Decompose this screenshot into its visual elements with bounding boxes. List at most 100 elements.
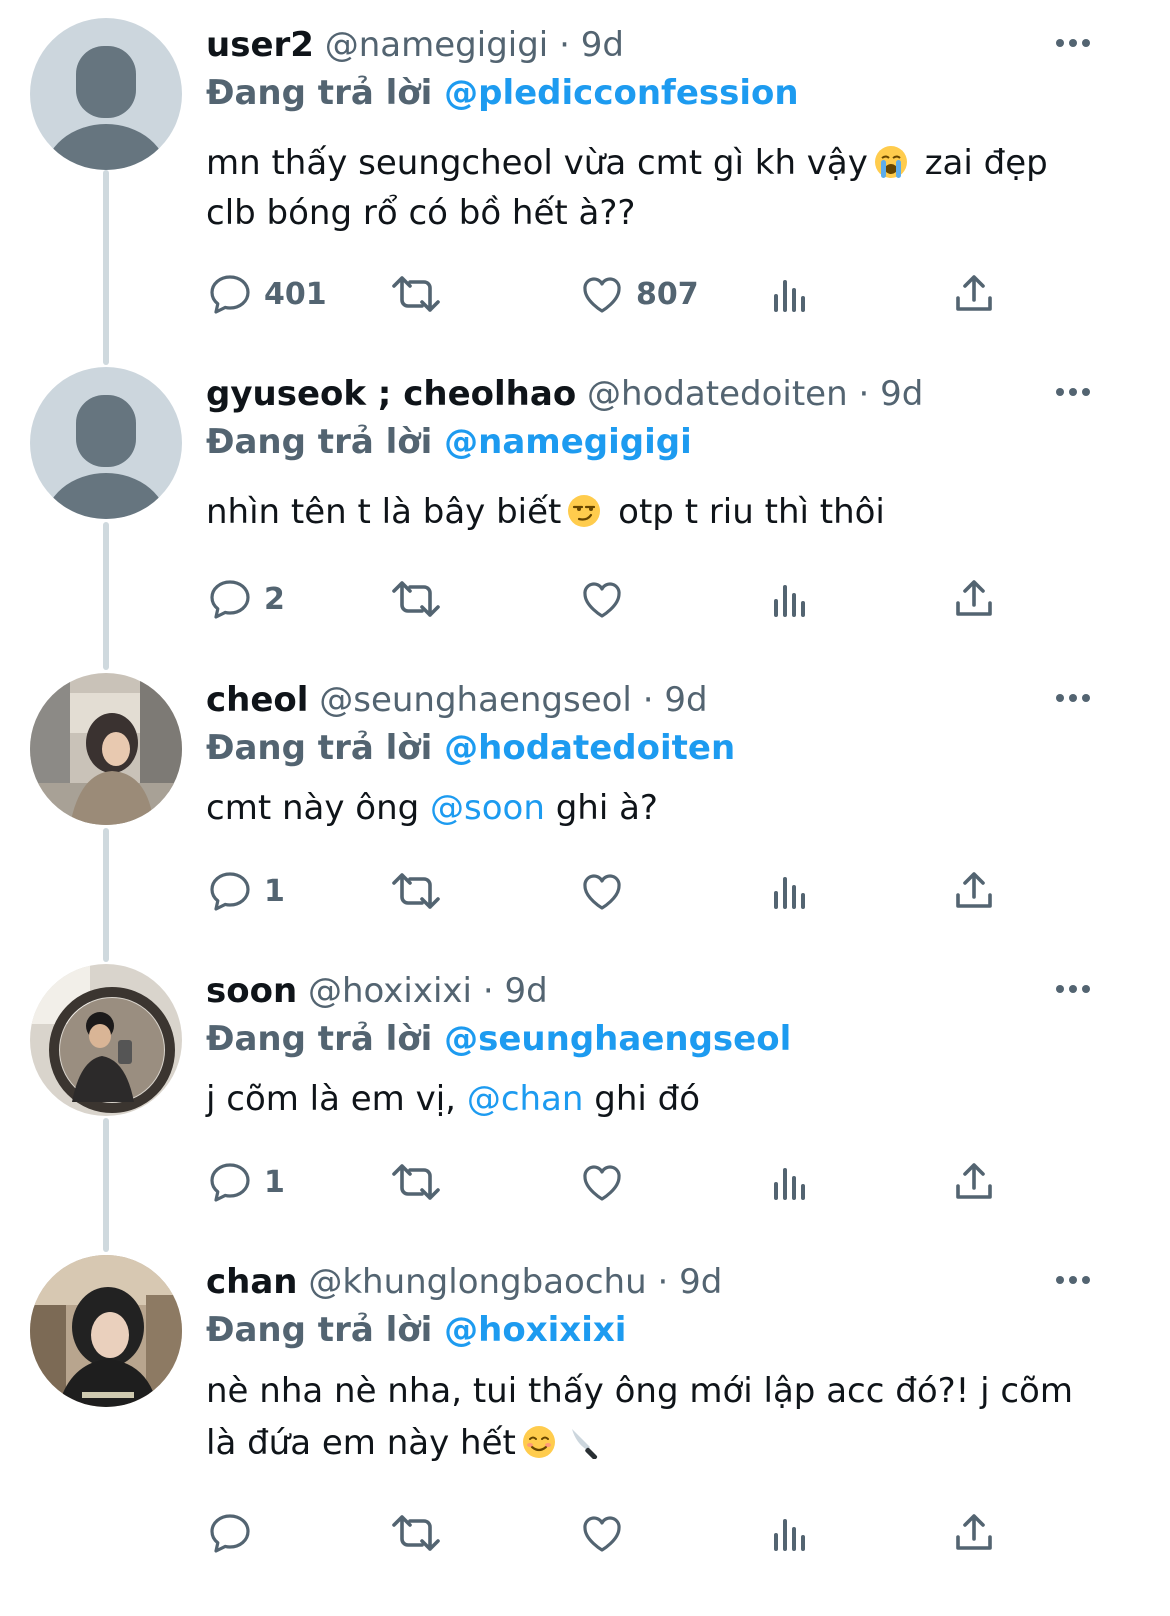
- share-icon: [956, 1163, 992, 1199]
- replying-to: Đang trả lời @namegigigi: [206, 421, 692, 463]
- display-name[interactable]: soon: [206, 971, 297, 1011]
- tweet[interactable]: soon @hoxixixi · 9d Đang trả lời @seungh…: [0, 964, 1170, 1234]
- views-button[interactable]: [766, 863, 814, 919]
- reply-to-mention[interactable]: @pledicconfession: [444, 73, 798, 113]
- reply-button[interactable]: [206, 1505, 254, 1561]
- share-icon: [956, 275, 992, 311]
- retweet-icon: [392, 1515, 440, 1551]
- share-button[interactable]: [950, 266, 998, 322]
- tweet-header: soon @hoxixixi · 9d: [206, 970, 548, 1012]
- tweet-text-part: mn thấy seungcheol vừa cmt gì kh vậy: [206, 143, 868, 183]
- avatar[interactable]: [30, 964, 182, 1116]
- tweet-text: j cõm là em vị, @chan ghi đó: [206, 1074, 1106, 1124]
- inline-mention[interactable]: @chan: [467, 1079, 584, 1119]
- more-horizontal-icon: [1056, 694, 1090, 702]
- reply-button[interactable]: 1: [206, 863, 285, 919]
- avatar[interactable]: [30, 1255, 182, 1407]
- like-count: 807: [636, 276, 699, 312]
- views-button[interactable]: [766, 1154, 814, 1210]
- timestamp[interactable]: 9d: [504, 971, 547, 1011]
- reply-button[interactable]: 2: [206, 571, 285, 627]
- default-avatar-icon: [30, 18, 182, 170]
- reply-icon: [210, 1514, 250, 1553]
- avatar[interactable]: [30, 673, 182, 825]
- tweet-text-part: j cõm là em vị,: [206, 1079, 456, 1119]
- views-button[interactable]: [766, 571, 814, 627]
- reply-button[interactable]: 1: [206, 1154, 285, 1210]
- user-handle[interactable]: @namegigigi: [325, 25, 549, 65]
- retweet-button[interactable]: [388, 1154, 444, 1210]
- tweet-text: cmt này ông @soon ghi à?: [206, 783, 1106, 833]
- reply-to-mention[interactable]: @namegigigi: [444, 422, 692, 462]
- like-button[interactable]: [578, 571, 626, 627]
- replying-label: Đang trả lời: [206, 422, 433, 462]
- avatar[interactable]: [30, 18, 182, 170]
- more-options-button[interactable]: [1054, 683, 1094, 713]
- share-button[interactable]: [950, 571, 998, 627]
- more-options-button[interactable]: [1054, 974, 1094, 1004]
- tweet-text-part: là đứa em này hết: [206, 1423, 516, 1463]
- reply-count: 401: [264, 276, 327, 312]
- share-button[interactable]: [950, 1154, 998, 1210]
- tweet-actions: 401 807: [0, 266, 1170, 322]
- user-handle[interactable]: @seunghaengseol: [319, 680, 632, 720]
- views-button[interactable]: [766, 266, 814, 322]
- tweet-header: cheol @seunghaengseol · 9d: [206, 679, 708, 721]
- heart-icon: [583, 582, 621, 618]
- share-button[interactable]: [950, 1505, 998, 1561]
- retweet-button[interactable]: [388, 863, 444, 919]
- tweet[interactable]: user2 @namegigigi · 9d Đang trả lời @ple…: [0, 18, 1170, 348]
- inline-mention[interactable]: @soon: [430, 788, 545, 828]
- reply-to-mention[interactable]: @seunghaengseol: [444, 1019, 791, 1059]
- replying-label: Đang trả lời: [206, 73, 433, 113]
- display-name[interactable]: cheol: [206, 680, 308, 720]
- share-icon: [956, 1514, 992, 1550]
- tweet-text-part: otp t riu thì thôi: [618, 492, 885, 532]
- timestamp[interactable]: 9d: [581, 25, 624, 65]
- tweet-actions: [0, 1505, 1170, 1561]
- reply-icon: [210, 580, 250, 619]
- replying-to: Đang trả lời @pledicconfession: [206, 72, 799, 114]
- tweet[interactable]: cheol @seunghaengseol · 9d Đang trả lời …: [0, 673, 1170, 943]
- kitchen-knife-emoji-icon: [571, 1429, 597, 1459]
- avatar[interactable]: [30, 367, 182, 519]
- separator-dot: ·: [657, 1262, 669, 1302]
- reply-count: 1: [264, 1164, 285, 1200]
- tweet[interactable]: chan @khunglongbaochu · 9d Đang trả lời …: [0, 1255, 1170, 1616]
- tweet-text: mn thấy seungcheol vừa cmt gì kh vậy zai…: [206, 138, 1106, 238]
- retweet-button[interactable]: [388, 266, 444, 322]
- display-name[interactable]: gyuseok ; cheolhao: [206, 374, 576, 414]
- like-button[interactable]: [578, 1154, 626, 1210]
- retweet-button[interactable]: [388, 571, 444, 627]
- tweet-header: user2 @namegigigi · 9d: [206, 24, 624, 66]
- reply-to-mention[interactable]: @hoxixixi: [444, 1310, 626, 1350]
- display-name[interactable]: user2: [206, 25, 314, 65]
- share-button[interactable]: [950, 863, 998, 919]
- timestamp[interactable]: 9d: [679, 1262, 722, 1302]
- tweet-text-part: ghi đó: [594, 1079, 701, 1119]
- timestamp[interactable]: 9d: [664, 680, 707, 720]
- replying-to: Đang trả lời @hoxixixi: [206, 1309, 626, 1351]
- views-chart-icon: [774, 1168, 805, 1200]
- user-handle[interactable]: @hoxixixi: [308, 971, 472, 1011]
- reply-to-mention[interactable]: @hodatedoiten: [444, 728, 735, 768]
- timestamp[interactable]: 9d: [880, 374, 923, 414]
- reply-button[interactable]: 401: [206, 266, 327, 322]
- more-options-button[interactable]: [1054, 28, 1094, 58]
- user-handle[interactable]: @hodatedoiten: [587, 374, 848, 414]
- more-options-button[interactable]: [1054, 377, 1094, 407]
- like-button[interactable]: [578, 863, 626, 919]
- tweet-header: chan @khunglongbaochu · 9d: [206, 1261, 722, 1303]
- like-button[interactable]: [578, 1505, 626, 1561]
- more-options-button[interactable]: [1054, 1265, 1094, 1295]
- separator-dot: ·: [482, 971, 494, 1011]
- like-button[interactable]: 807: [578, 266, 699, 322]
- tweet-text-part: cmt này ông: [206, 788, 420, 828]
- views-button[interactable]: [766, 1505, 814, 1561]
- user-handle[interactable]: @khunglongbaochu: [308, 1262, 646, 1302]
- retweet-button[interactable]: [388, 1505, 444, 1561]
- display-name[interactable]: chan: [206, 1262, 298, 1302]
- reply-icon: [210, 275, 250, 314]
- tweet[interactable]: gyuseok ; cheolhao @hodatedoiten · 9d Đa…: [0, 367, 1170, 647]
- share-icon: [956, 580, 992, 616]
